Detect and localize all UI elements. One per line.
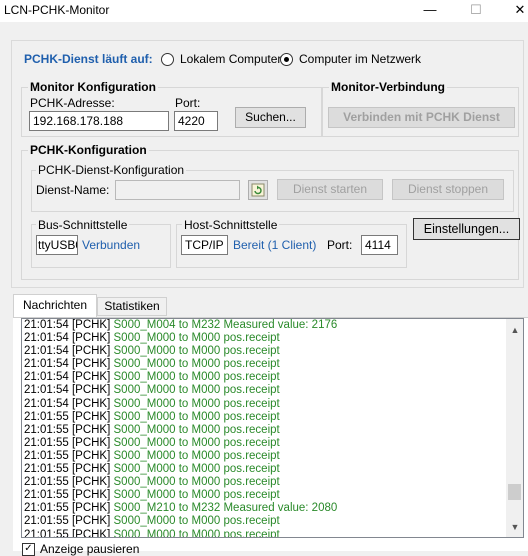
service-name-label: Dienst-Name:	[36, 183, 110, 197]
scroll-thumb[interactable]	[508, 484, 521, 500]
log-line-prefix: 21:01:54 [PCHK]	[24, 397, 114, 410]
log-line: 21:01:55 [PCHK] S000_M000 to M000 pos.re…	[22, 424, 523, 437]
log-line-message: S000_M000 to M000 pos.receipt	[113, 384, 280, 397]
log-line-prefix: 21:01:55 [PCHK]	[24, 410, 114, 423]
log-line-message: S000_M000 to M000 pos.receipt	[113, 436, 280, 449]
service-location-label: PCHK-Dienst läuft auf:	[24, 52, 153, 66]
log-line-message: S000_M000 to M000 pos.receipt	[113, 345, 280, 358]
log-line-prefix: 21:01:55 [PCHK]	[24, 502, 114, 515]
window-title: LCN-PCHK-Monitor	[4, 3, 110, 17]
log-line-message: S000_M000 to M000 pos.receipt	[113, 515, 280, 528]
log-line-prefix: 21:01:55 [PCHK]	[24, 489, 114, 502]
refresh-service-button[interactable]	[248, 180, 268, 200]
service-name-input[interactable]	[115, 180, 240, 200]
scroll-up-icon[interactable]: ▲	[510, 325, 520, 335]
log-line: 21:01:54 [PCHK] S000_M000 to M000 pos.re…	[22, 398, 523, 411]
minimize-icon[interactable]: —	[410, 0, 450, 22]
radio-local-label: Lokalem Computer	[180, 52, 282, 66]
port-label: Port:	[175, 96, 201, 110]
log-scrollbar[interactable]: ▲ ▼	[506, 319, 523, 537]
log-line: 21:01:54 [PCHK] S000_M000 to M000 pos.re…	[22, 345, 523, 358]
settings-button[interactable]: Einstellungen...	[413, 218, 520, 240]
stop-service-button[interactable]: Dienst stoppen	[392, 179, 504, 200]
log-line-prefix: 21:01:54 [PCHK]	[24, 319, 114, 331]
log-line-prefix: 21:01:55 [PCHK]	[24, 515, 114, 528]
log-line: 21:01:55 [PCHK] S000_M000 to M000 pos.re…	[22, 489, 523, 502]
host-interface-title: Host-Schnittstelle	[182, 218, 280, 232]
log-line-message: S000_M000 to M000 pos.receipt	[113, 358, 280, 371]
log-line-message: S000_M004 to M232 Measured value: 2176	[113, 319, 338, 331]
log-line-message: S000_M000 to M000 pos.receipt	[113, 397, 280, 410]
log-line: 21:01:55 [PCHK] S000_M000 to M000 pos.re…	[22, 437, 523, 450]
log-line: 21:01:55 [PCHK] S000_M000 to M000 pos.re…	[22, 463, 523, 476]
log-line-message: S000_M000 to M000 pos.receipt	[113, 463, 280, 476]
log-line-prefix: 21:01:55 [PCHK]	[24, 528, 114, 538]
pchk-config-title: PCHK-Konfiguration	[28, 143, 149, 157]
log-line-prefix: 21:01:54 [PCHK]	[24, 384, 114, 397]
log-line: 21:01:55 [PCHK] S000_M210 to M232 Measur…	[22, 502, 523, 515]
log-line: 21:01:54 [PCHK] S000_M000 to M000 pos.re…	[22, 358, 523, 371]
host-port-input[interactable]: 4114	[361, 235, 398, 255]
host-status: Bereit (1 Client)	[233, 238, 317, 252]
host-interface-input[interactable]: TCP/IP	[181, 235, 228, 255]
refresh-icon	[251, 183, 265, 197]
maximize-icon[interactable]: ☐	[456, 0, 496, 22]
log-line-prefix: 21:01:55 [PCHK]	[24, 436, 114, 449]
log-line-message: S000_M000 to M000 pos.receipt	[113, 476, 280, 489]
radio-network-computer[interactable]	[280, 53, 293, 66]
title-bar: LCN-PCHK-Monitor — ☐ ✕	[0, 0, 528, 22]
log-line: 21:01:54 [PCHK] S000_M000 to M000 pos.re…	[22, 371, 523, 384]
log-line-message: S000_M000 to M000 pos.receipt	[113, 528, 280, 538]
monitor-config-title: Monitor Konfiguration	[28, 80, 158, 94]
log-line-prefix: 21:01:54 [PCHK]	[24, 345, 114, 358]
tab-statistiken[interactable]: Statistiken	[97, 297, 167, 316]
log-line: 21:01:55 [PCHK] S000_M000 to M000 pos.re…	[22, 411, 523, 424]
scroll-down-icon[interactable]: ▼	[510, 522, 520, 532]
close-icon[interactable]: ✕	[500, 0, 528, 22]
pchk-address-label: PCHK-Adresse:	[30, 96, 115, 110]
host-port-label: Port:	[327, 238, 353, 252]
search-button[interactable]: Suchen...	[235, 107, 306, 128]
bus-interface-title: Bus-Schnittstelle	[36, 218, 130, 232]
log-line-prefix: 21:01:55 [PCHK]	[24, 423, 114, 436]
pchk-address-input[interactable]: 192.168.178.188	[29, 111, 169, 131]
message-log[interactable]: 21:01:54 [PCHK] S000_M004 to M232 Measur…	[21, 318, 524, 538]
log-line: 21:01:55 [PCHK] S000_M000 to M000 pos.re…	[22, 528, 523, 538]
log-line: 21:01:55 [PCHK] S000_M000 to M000 pos.re…	[22, 476, 523, 489]
connect-pchk-button[interactable]: Verbinden mit PCHK Dienst	[328, 107, 515, 128]
log-line: 21:01:55 [PCHK] S000_M000 to M000 pos.re…	[22, 515, 523, 528]
monitor-connection-title: Monitor-Verbindung	[329, 80, 447, 94]
pause-checkbox-label: Anzeige pausieren	[40, 542, 140, 556]
port-input[interactable]: 4220	[174, 111, 218, 131]
log-line-message: S000_M000 to M000 pos.receipt	[113, 423, 280, 436]
log-line-message: S000_M210 to M232 Measured value: 2080	[113, 502, 338, 515]
log-line-message: S000_M000 to M000 pos.receipt	[113, 410, 280, 423]
radio-network-label: Computer im Netzwerk	[299, 52, 422, 66]
bus-interface-input[interactable]: ttyUSB0	[36, 235, 78, 255]
radio-local-computer[interactable]	[161, 53, 174, 66]
log-line-prefix: 21:01:55 [PCHK]	[24, 449, 114, 462]
log-line: 21:01:54 [PCHK] S000_M004 to M232 Measur…	[22, 319, 523, 332]
log-line-prefix: 21:01:55 [PCHK]	[24, 476, 114, 489]
log-line: 21:01:54 [PCHK] S000_M000 to M000 pos.re…	[22, 332, 523, 345]
log-line-message: S000_M000 to M000 pos.receipt	[113, 371, 280, 384]
log-line: 21:01:55 [PCHK] S000_M000 to M000 pos.re…	[22, 450, 523, 463]
bus-status: Verbunden	[82, 238, 141, 252]
log-lines: 21:01:54 [PCHK] S000_M004 to M232 Measur…	[22, 319, 523, 538]
log-line-prefix: 21:01:54 [PCHK]	[24, 332, 114, 345]
log-line-message: S000_M000 to M000 pos.receipt	[113, 449, 280, 462]
log-line-message: S000_M000 to M000 pos.receipt	[113, 489, 280, 502]
log-line-prefix: 21:01:54 [PCHK]	[24, 358, 114, 371]
start-service-button[interactable]: Dienst starten	[277, 179, 383, 200]
log-line: 21:01:54 [PCHK] S000_M000 to M000 pos.re…	[22, 384, 523, 397]
log-line-message: S000_M000 to M000 pos.receipt	[113, 332, 280, 345]
log-line-prefix: 21:01:54 [PCHK]	[24, 371, 114, 384]
service-config-title: PCHK-Dienst-Konfiguration	[36, 163, 187, 177]
log-line-prefix: 21:01:55 [PCHK]	[24, 463, 114, 476]
tab-nachrichten[interactable]: Nachrichten	[13, 294, 97, 318]
